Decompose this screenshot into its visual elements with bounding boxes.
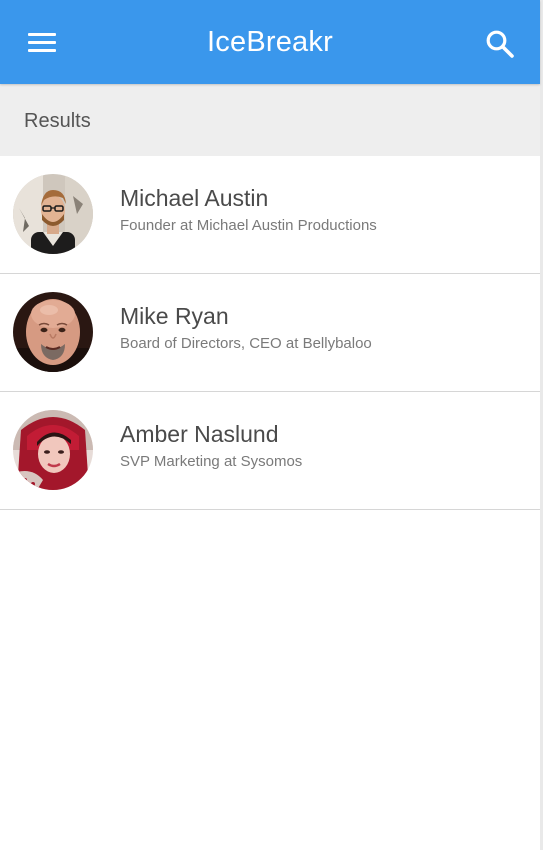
app-bar: IceBreakr [0,0,540,84]
list-item[interactable]: Amber Naslund SVP Marketing at Sysomos [0,392,540,510]
app-title: IceBreakr [207,26,333,58]
person-name: Mike Ryan [120,303,229,329]
avatar [13,174,93,254]
person-name: Michael Austin [120,185,269,211]
results-header: Results [0,84,540,156]
avatar [13,292,93,372]
search-icon[interactable] [484,28,516,60]
list-item[interactable]: Michael Austin Founder at Michael Austin… [0,156,540,274]
results-header-title: Results [24,110,91,132]
person-title: Founder at Michael Austin Productions [120,217,377,234]
person-title: Board of Directors, CEO at Bellybaloo [120,335,372,352]
results-list: Michael Austin Founder at Michael Austin… [0,156,540,510]
app-screen: IceBreakr Results Michael Austin Founder… [0,0,543,850]
avatar [13,410,93,490]
person-title: SVP Marketing at Sysomos [120,453,303,470]
person-name: Amber Naslund [120,421,279,447]
list-item[interactable]: Mike Ryan Board of Directors, CEO at Bel… [0,274,540,392]
